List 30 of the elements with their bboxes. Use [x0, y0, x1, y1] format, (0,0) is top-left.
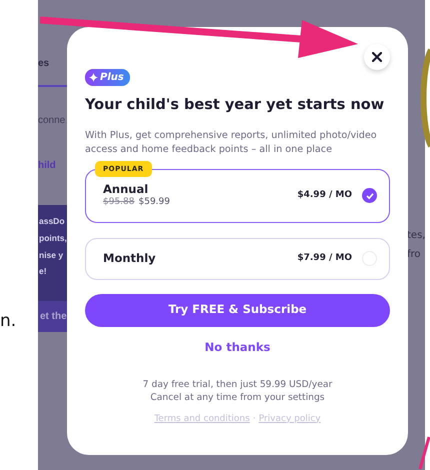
monthly-price: $7.99 / MO: [297, 253, 352, 264]
description-text: With Plus, get comprehensive reports, unlimited photo/video access and home feedback points – all in one place: [85, 128, 378, 157]
plan-name: Annual: [103, 183, 150, 197]
monthly-price: $4.99 / MO: [297, 190, 352, 201]
background-text: fro: [407, 248, 422, 262]
no-thanks-button[interactable]: No thanks: [198, 336, 276, 358]
link-separator: ·: [252, 412, 256, 426]
fine-print-text: 7 day free trial, then just 59.99 USD/year: [142, 378, 334, 392]
background-text: n.: [0, 313, 18, 330]
plan-price: $59.99: [138, 197, 170, 208]
sparkle-icon: [89, 73, 98, 82]
dialog-title: Your child's best year yet starts now: [85, 96, 386, 115]
close-button[interactable]: [364, 44, 390, 70]
banner-text: e!: [39, 265, 48, 278]
banner-text: points,: [39, 232, 67, 244]
plan-name: Monthly: [103, 252, 156, 266]
banner-text: assDo: [39, 215, 66, 228]
plus-badge: Plus: [85, 69, 130, 86]
background-text: conne: [38, 114, 66, 128]
background-text: tes,: [407, 229, 425, 243]
plan-option[interactable]: Monthly $7.99 / MO: [85, 238, 390, 280]
old-price: $95.88: [103, 197, 134, 208]
banner-text: nise y: [39, 248, 64, 262]
curve-annotation: [418, 436, 430, 470]
fine-print-text: Cancel at any time from your settings: [149, 391, 326, 404]
link-text[interactable]: hild: [38, 158, 67, 173]
radio-indicator[interactable]: [362, 188, 377, 204]
close-icon: [372, 52, 382, 62]
subscribe-button[interactable]: Try FREE & Subscribe: [85, 294, 390, 327]
banner-button[interactable]: et the: [38, 301, 67, 332]
